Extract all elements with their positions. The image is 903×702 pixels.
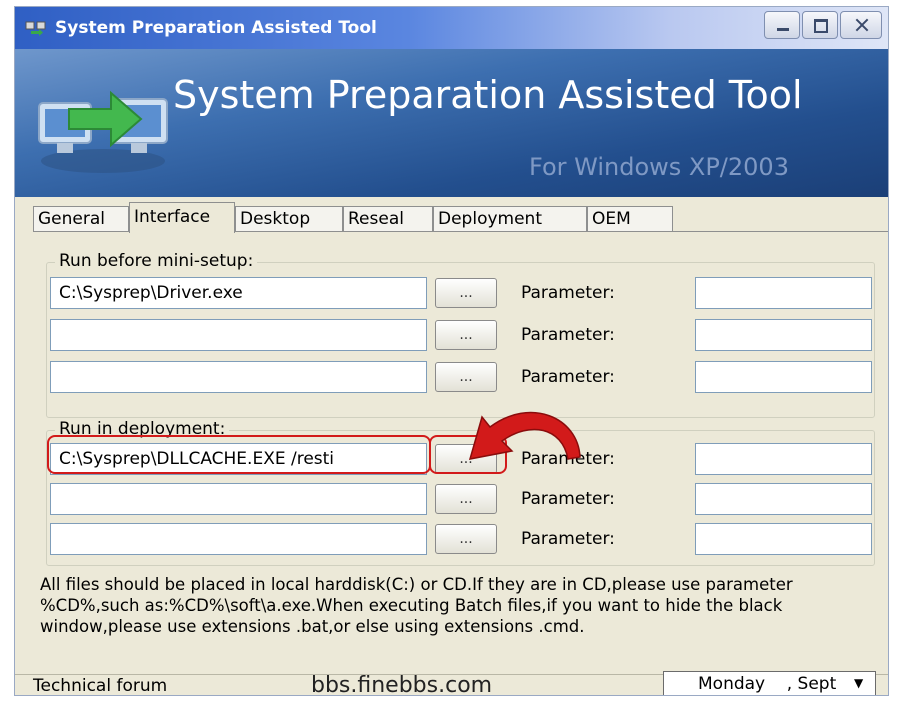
date-picker[interactable]: Monday , Sept ▼ xyxy=(663,671,876,695)
run-deployment-path-2[interactable] xyxy=(50,483,427,515)
curved-arrow-icon xyxy=(468,411,581,460)
status-bar: Technical forum bbs.finebbs.com Monday ,… xyxy=(15,671,888,696)
app-window: System Preparation Assisted Tool System … xyxy=(14,6,889,696)
run-before-browse-button-2[interactable]: ... xyxy=(435,320,497,350)
header-banner: System Preparation Assisted Tool For Win… xyxy=(15,49,888,197)
run-before-browse-button-1[interactable]: ... xyxy=(435,278,497,308)
run-before-parameter-3[interactable] xyxy=(695,361,872,393)
run-before-parameter-label-3: Parameter: xyxy=(521,367,615,387)
usage-note: All files should be placed in local hard… xyxy=(40,575,793,636)
close-button[interactable] xyxy=(840,11,882,39)
run-before-path-3[interactable] xyxy=(50,361,427,393)
tab-deployment[interactable]: Deployment xyxy=(433,206,587,232)
path-highlight xyxy=(47,435,431,474)
run-deployment-path-3[interactable] xyxy=(50,523,427,555)
title-bar[interactable]: System Preparation Assisted Tool xyxy=(15,7,888,49)
tab-desktop[interactable]: Desktop xyxy=(235,206,343,232)
run-deployment-parameter-2[interactable] xyxy=(695,483,872,515)
window-title: System Preparation Assisted Tool xyxy=(55,18,377,38)
tab-interface[interactable]: Interface xyxy=(129,202,235,233)
banner-title: System Preparation Assisted Tool xyxy=(173,73,803,117)
run-deployment-parameter-label-2: Parameter: xyxy=(521,489,615,509)
run-before-parameter-label-2: Parameter: xyxy=(521,325,615,345)
run-before-parameter-1[interactable] xyxy=(695,277,872,309)
app-icon xyxy=(25,21,46,36)
tab-reseal[interactable]: Reseal xyxy=(343,206,433,232)
chevron-down-icon[interactable]: ▼ xyxy=(854,671,863,695)
run-before-group: Run before mini-setup: C:\Sysprep\Driver… xyxy=(46,251,875,418)
run-before-path-2[interactable] xyxy=(50,319,427,351)
run-deployment-parameter-label-3: Parameter: xyxy=(521,529,615,549)
run-deployment-browse-button-3[interactable]: ... xyxy=(435,524,497,554)
run-before-label: Run before mini-setup: xyxy=(55,251,258,271)
run-before-path-1[interactable]: C:\Sysprep\Driver.exe xyxy=(50,277,427,309)
forum-link[interactable]: bbs.finebbs.com xyxy=(311,673,492,695)
tab-oem[interactable]: OEM xyxy=(587,206,673,232)
forum-label: Technical forum xyxy=(33,676,168,696)
computers-arrow-icon xyxy=(38,90,168,173)
run-before-parameter-label-1: Parameter: xyxy=(521,283,615,303)
tab-general[interactable]: General xyxy=(33,206,129,232)
run-before-parameter-2[interactable] xyxy=(695,319,872,351)
run-deployment-parameter-1[interactable] xyxy=(695,443,872,475)
minimize-button[interactable] xyxy=(764,11,800,39)
maximize-button[interactable] xyxy=(802,11,838,39)
run-deployment-browse-button-2[interactable]: ... xyxy=(435,484,497,514)
banner-subtitle: For Windows XP/2003 xyxy=(529,153,789,181)
run-deployment-parameter-3[interactable] xyxy=(695,523,872,555)
run-before-browse-button-3[interactable]: ... xyxy=(435,362,497,392)
date-value: Monday , Sept xyxy=(698,674,837,694)
